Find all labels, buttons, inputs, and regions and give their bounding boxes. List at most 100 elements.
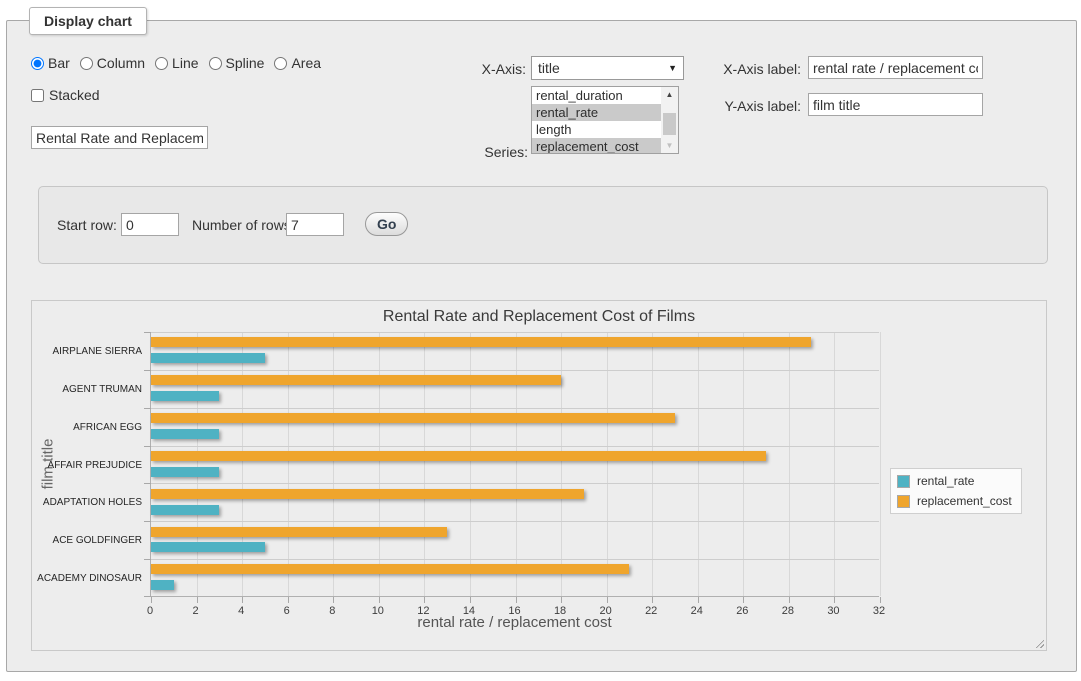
x-tick-label: 2	[193, 605, 199, 617]
bar-replacement_cost	[151, 527, 447, 537]
gridline	[743, 332, 744, 596]
x-tick-label: 26	[736, 605, 748, 617]
chart-type-bar[interactable]: Bar	[31, 55, 70, 71]
gridline	[470, 332, 471, 596]
chart-type-label: Spline	[226, 55, 265, 71]
xaxis-select[interactable]: title ▼	[531, 56, 684, 80]
series-option-rental_duration[interactable]: rental_duration	[532, 87, 661, 104]
gridline	[789, 332, 790, 596]
gridline	[151, 446, 879, 447]
resize-handle-icon[interactable]	[1033, 637, 1044, 648]
gridline	[151, 408, 879, 409]
gridline	[424, 332, 425, 596]
display-chart-fieldset: Display chart BarColumnLineSplineArea St…	[6, 20, 1077, 672]
go-button[interactable]: Go	[365, 212, 408, 236]
chart-type-radio-line[interactable]	[155, 57, 168, 70]
series-listbox[interactable]: rental_durationrental_ratelengthreplacem…	[531, 86, 679, 154]
legend-item-replacement_cost[interactable]: replacement_cost	[897, 494, 1012, 508]
x-tick	[197, 597, 198, 603]
series-scrollbar[interactable]: ▲ ▼	[661, 87, 678, 153]
num-rows-input[interactable]	[286, 213, 344, 236]
stacked-checkbox[interactable]	[31, 89, 44, 102]
x-tick	[834, 597, 835, 603]
chart-type-radio-bar[interactable]	[31, 57, 44, 70]
bar-replacement_cost	[151, 413, 675, 423]
y-category-label: ADAPTATION HOLES	[32, 497, 142, 508]
x-tick	[880, 597, 881, 603]
series-option-replacement_cost[interactable]: replacement_cost	[532, 138, 661, 153]
y-tick	[144, 559, 151, 560]
gridline	[197, 332, 198, 596]
y-category-label: AGENT TRUMAN	[32, 384, 142, 395]
legend-label: rental_rate	[917, 474, 974, 488]
bar-replacement_cost	[151, 451, 766, 461]
x-tick-label: 20	[600, 605, 612, 617]
scroll-down-icon[interactable]: ▼	[661, 138, 678, 153]
chart-type-radio-column[interactable]	[80, 57, 93, 70]
yaxis-label-input[interactable]	[808, 93, 983, 116]
chart-type-label: Line	[172, 55, 198, 71]
gridline	[698, 332, 699, 596]
x-tick	[698, 597, 699, 603]
chart-legend: rental_rate replacement_cost	[890, 468, 1022, 514]
scrollbar-thumb[interactable]	[663, 113, 676, 135]
bar-replacement_cost	[151, 375, 561, 385]
x-tick	[333, 597, 334, 603]
x-tick-label: 0	[147, 605, 153, 617]
chart-type-radio-spline[interactable]	[209, 57, 222, 70]
x-tick-label: 14	[463, 605, 475, 617]
gridline	[151, 332, 879, 333]
chart-type-spline[interactable]: Spline	[209, 55, 265, 71]
stacked-option[interactable]: Stacked	[31, 87, 100, 103]
bar-rental_rate	[151, 429, 219, 439]
gridline	[607, 332, 608, 596]
chart-type-label: Bar	[48, 55, 70, 71]
gridline	[151, 483, 879, 484]
bar-rental_rate	[151, 391, 219, 401]
y-tick	[144, 483, 151, 484]
x-tick-label: 28	[782, 605, 794, 617]
rows-panel: Start row: Number of rows: Go	[38, 186, 1048, 264]
xaxis-label-input[interactable]	[808, 56, 983, 79]
bar-rental_rate	[151, 580, 174, 590]
xaxis-select-value: title	[538, 60, 560, 76]
legend-swatch-icon	[897, 495, 910, 508]
dropdown-arrow-icon: ▼	[668, 63, 677, 73]
series-option-rental_rate[interactable]: rental_rate	[532, 104, 661, 121]
fieldset-legend: Display chart	[29, 7, 147, 35]
num-rows-label: Number of rows:	[192, 217, 295, 233]
gridline	[834, 332, 835, 596]
series-options: rental_durationrental_ratelengthreplacem…	[532, 87, 661, 153]
y-tick	[144, 596, 151, 597]
chart-type-area[interactable]: Area	[274, 55, 321, 71]
chart-type-radio-area[interactable]	[274, 57, 287, 70]
y-tick	[144, 370, 151, 371]
chart-container: Rental Rate and Replacement Cost of Film…	[31, 300, 1047, 651]
chart-title-input[interactable]	[31, 126, 208, 149]
bar-replacement_cost	[151, 489, 584, 499]
x-tick	[424, 597, 425, 603]
chart-type-line[interactable]: Line	[155, 55, 198, 71]
y-category-label: ACE GOLDFINGER	[32, 535, 142, 546]
start-row-input[interactable]	[121, 213, 179, 236]
y-tick	[144, 446, 151, 447]
x-tick	[652, 597, 653, 603]
x-tick	[470, 597, 471, 603]
y-category-label: AFFAIR PREJUDICE	[32, 460, 142, 471]
x-tick-label: 18	[554, 605, 566, 617]
gridline	[151, 521, 879, 522]
gridline	[151, 559, 879, 560]
gridline	[880, 332, 881, 596]
x-tick	[288, 597, 289, 603]
series-option-length[interactable]: length	[532, 121, 661, 138]
stacked-label: Stacked	[49, 87, 100, 103]
y-tick	[144, 332, 151, 333]
gridline	[561, 332, 562, 596]
scroll-up-icon[interactable]: ▲	[661, 87, 678, 102]
x-tick-label: 22	[645, 605, 657, 617]
y-category-label: ACADEMY DINOSAUR	[32, 573, 142, 584]
chart-type-column[interactable]: Column	[80, 55, 145, 71]
legend-item-rental_rate[interactable]: rental_rate	[897, 474, 1012, 488]
xaxis-select-label: X-Axis:	[426, 61, 526, 77]
x-tick	[607, 597, 608, 603]
